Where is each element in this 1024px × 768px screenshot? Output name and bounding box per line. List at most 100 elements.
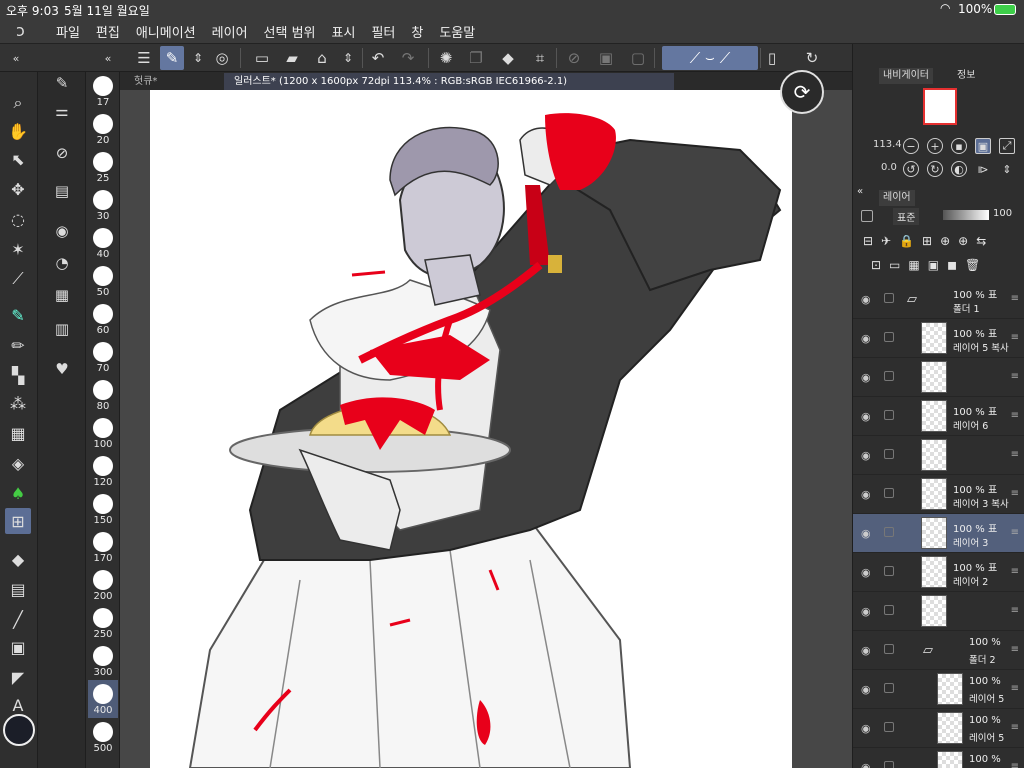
layer-handle-icon[interactable]: ≡ xyxy=(1011,332,1019,343)
layer-lock-checkbox[interactable] xyxy=(884,488,894,498)
pencil-icon[interactable]: ✏ xyxy=(5,332,31,358)
eye-icon[interactable]: ◉ xyxy=(861,722,871,735)
brush-size-icon[interactable]: ⊘ xyxy=(51,142,73,164)
transform-icon[interactable]: ⌗ xyxy=(528,46,552,70)
layer-row[interactable]: ◉100 %레이어 5≡ xyxy=(853,709,1024,748)
eye-icon[interactable]: ◉ xyxy=(861,488,871,501)
brush-stroke-options[interactable]: ⟋ ⌣ ⟋ xyxy=(662,46,758,70)
layer-handle-icon[interactable]: ≡ xyxy=(1011,761,1019,768)
menu-filter[interactable]: 필터 xyxy=(371,22,395,41)
airbrush-icon[interactable]: ⁂ xyxy=(5,390,31,416)
approx-color-icon[interactable]: ▦ xyxy=(51,284,73,306)
layer-lock-checkbox[interactable] xyxy=(884,410,894,420)
menu-edit[interactable]: 편집 xyxy=(96,22,120,41)
zoom-value[interactable]: 113.4 xyxy=(873,139,902,150)
brush-size-250[interactable]: 250 xyxy=(88,604,118,642)
eye-icon[interactable]: ◉ xyxy=(861,644,871,657)
layer-lock-checkbox[interactable] xyxy=(884,527,894,537)
layer-row[interactable]: ◉ ▱ 100 % 표 폴더 1 ≡ xyxy=(853,280,1024,319)
brush-size-500[interactable]: 500 xyxy=(88,718,118,756)
app-logo-icon[interactable]: ↄ xyxy=(16,21,25,40)
menu-animation[interactable]: 애니메이션 xyxy=(136,22,196,41)
tab-doc-1[interactable]: 헛큐* xyxy=(124,73,220,90)
brush-size-50[interactable]: 50 xyxy=(88,262,118,300)
main-color-swatch[interactable] xyxy=(3,714,35,746)
brush-size-150[interactable]: 150 xyxy=(88,490,118,528)
layer-handle-icon[interactable]: ≡ xyxy=(1011,410,1019,421)
rotate-right-icon[interactable]: ↻ xyxy=(927,161,943,177)
smart-icon[interactable]: ↻ xyxy=(800,46,824,70)
zoom-out-icon[interactable]: − xyxy=(903,138,919,154)
eye-icon[interactable]: ◉ xyxy=(861,566,871,579)
opacity-value[interactable]: 100 xyxy=(993,208,1012,219)
brush-size-40[interactable]: 40 xyxy=(88,224,118,262)
zoom-in-icon[interactable]: + xyxy=(927,138,943,154)
layer-handle-icon[interactable]: ≡ xyxy=(1011,644,1019,655)
brush-size-30[interactable]: 30 xyxy=(88,186,118,224)
save-icon[interactable]: ⌂ xyxy=(310,46,334,70)
layer-row[interactable]: ◉ 100 % 표 레이어 6 ≡ xyxy=(853,397,1024,436)
brush-size-25[interactable]: 25 xyxy=(88,148,118,186)
menu-help[interactable]: 도움말 xyxy=(439,22,475,41)
quick-tool-icon[interactable]: ✎ xyxy=(160,46,184,70)
layer-lock-checkbox[interactable] xyxy=(884,332,894,342)
eye-icon[interactable]: ◉ xyxy=(861,449,871,462)
layer-lock-checkbox[interactable] xyxy=(884,449,894,459)
intermediate-color-icon[interactable]: ◔ xyxy=(51,252,73,274)
color-wheel-icon[interactable]: ▤ xyxy=(51,180,73,202)
open-folder-icon[interactable]: ▰ xyxy=(280,46,304,70)
layer-tools-row-1[interactable]: ⊟✈🔒⊞⊕⊕⇆ xyxy=(863,234,994,248)
canvas-area[interactable] xyxy=(120,90,852,768)
pen-icon[interactable]: ✎ xyxy=(5,302,31,328)
layer-row[interactable]: ◉100 %레이어 5≡ xyxy=(853,670,1024,709)
eye-icon[interactable]: ◉ xyxy=(861,293,871,306)
menu-selection[interactable]: 선택 범위 xyxy=(264,22,316,41)
layer-row[interactable]: ◉ 100 % 표 레이어 5 복사 ≡ xyxy=(853,319,1024,358)
layer-row[interactable]: ◉ 100 % 표 레이어 3 복사 ≡ xyxy=(853,475,1024,514)
sub-tool-pen-icon[interactable]: ✎ xyxy=(51,72,73,94)
menu-file[interactable]: 파일 xyxy=(56,22,80,41)
eye-icon[interactable]: ◉ xyxy=(861,371,871,384)
rotate-left-icon[interactable]: ↺ xyxy=(903,161,919,177)
eyedropper-icon[interactable]: ⟋ xyxy=(5,266,31,292)
ruler-icon[interactable]: ⊞ xyxy=(5,508,31,534)
updown-icon[interactable]: ⇕ xyxy=(186,46,210,70)
save-options-icon[interactable]: ⇕ xyxy=(336,46,360,70)
magic-wand-icon[interactable]: ✶ xyxy=(5,236,31,262)
brush-size-170[interactable]: 170 xyxy=(88,528,118,566)
layer-handle-icon[interactable]: ≡ xyxy=(1011,605,1019,616)
layer-lock-checkbox[interactable] xyxy=(884,644,894,654)
eraser-icon[interactable]: ◈ xyxy=(5,450,31,476)
brush-size-60[interactable]: 60 xyxy=(88,300,118,338)
layer-lock-checkbox[interactable] xyxy=(884,722,894,732)
brush-size-70[interactable]: 70 xyxy=(88,338,118,376)
material-icon[interactable]: ♥ xyxy=(51,358,73,380)
collapse-left-icon[interactable]: « xyxy=(4,46,28,70)
redo-icon[interactable]: ↷ xyxy=(396,46,420,70)
eye-icon[interactable]: ◉ xyxy=(861,332,871,345)
eye-icon[interactable]: ◉ xyxy=(861,410,871,423)
layer-handle-icon[interactable]: ≡ xyxy=(1011,566,1019,577)
reset-rotation-icon[interactable]: ◐ xyxy=(951,161,967,177)
expand-icon[interactable]: ⤢ xyxy=(999,138,1015,154)
tab-layer[interactable]: 레이어 xyxy=(879,190,915,206)
collapse-sub-icon[interactable]: « xyxy=(96,46,120,70)
layer-handle-icon[interactable]: ≡ xyxy=(1011,449,1019,460)
brush-size-17[interactable]: 17 xyxy=(88,72,118,110)
layer-handle-icon[interactable]: ≡ xyxy=(1011,527,1019,538)
decoration-icon[interactable]: ▦ xyxy=(5,420,31,446)
layer-handle-icon[interactable]: ≡ xyxy=(1011,371,1019,382)
hand-icon[interactable]: ✋ xyxy=(5,118,31,144)
operation-icon[interactable]: ⬉ xyxy=(5,146,31,172)
layer-row[interactable]: ◉ ≡ xyxy=(853,592,1024,631)
layer-row[interactable]: ◉ ≡ xyxy=(853,436,1024,475)
layer-handle-icon[interactable]: ≡ xyxy=(1011,293,1019,304)
rotate-canvas-button[interactable]: ⟳ xyxy=(780,70,824,114)
blend-icon[interactable]: ♠ xyxy=(5,480,31,506)
fill-bucket-icon[interactable]: ◆ xyxy=(5,546,31,572)
layer-prop-icon[interactable] xyxy=(861,210,873,222)
brush-icon[interactable]: ▚ xyxy=(5,362,31,388)
layer-row[interactable]: ◉ ≡ xyxy=(853,358,1024,397)
frame-icon[interactable]: ▣ xyxy=(5,634,31,660)
undo-icon[interactable]: ↶ xyxy=(366,46,390,70)
